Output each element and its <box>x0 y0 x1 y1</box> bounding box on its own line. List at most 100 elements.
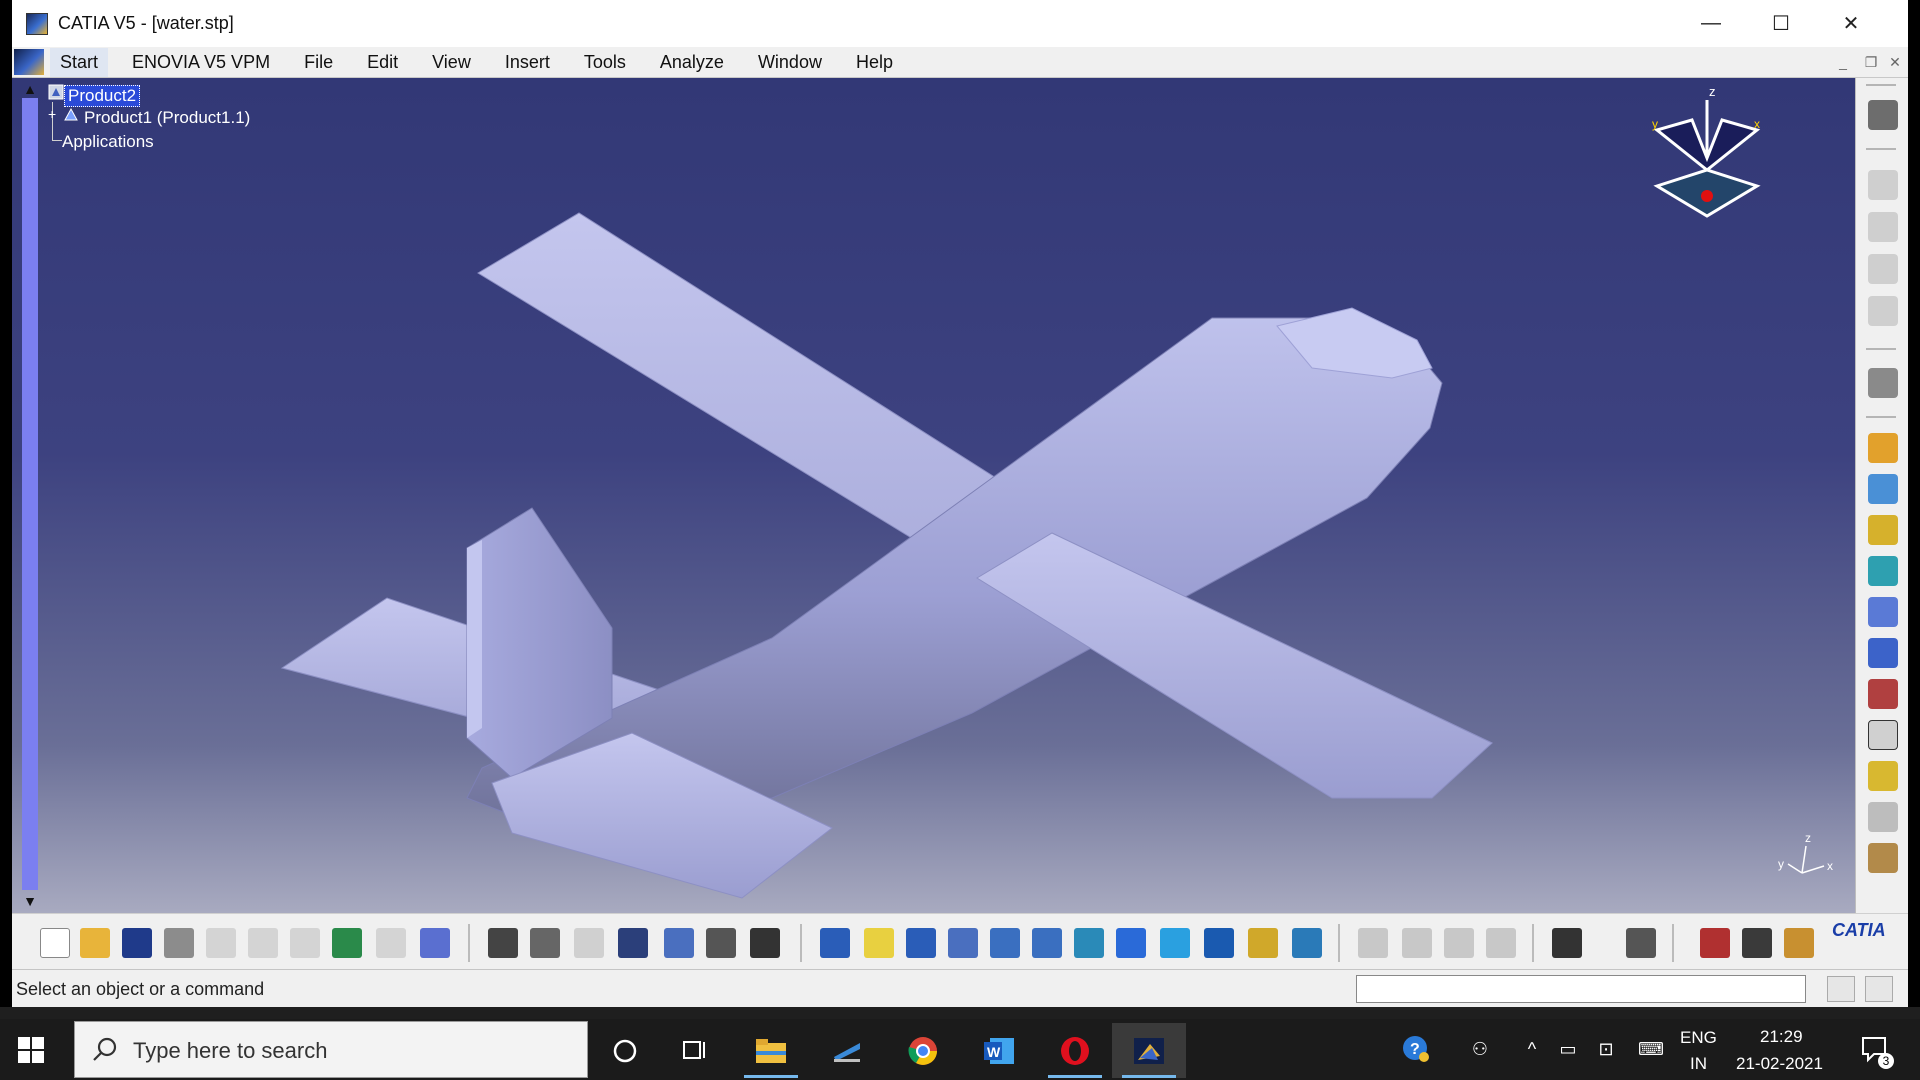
desktop-strip <box>0 1007 1920 1019</box>
distance-measure-icon[interactable] <box>1700 928 1730 958</box>
menu-help[interactable]: Help <box>846 48 903 77</box>
power-input-button[interactable] <box>1827 976 1855 1002</box>
capture-camera-icon[interactable] <box>1552 928 1582 958</box>
status-options-button[interactable] <box>1865 976 1893 1002</box>
catia-app-icon[interactable] <box>26 12 48 35</box>
zoom-out-icon[interactable] <box>1032 928 1062 958</box>
people-icon[interactable]: ⚇ <box>1468 1039 1492 1061</box>
constraint-coincidence-icon[interactable] <box>1868 433 1898 463</box>
text-annotation-icon[interactable] <box>1868 720 1898 750</box>
fit-all-icon[interactable] <box>864 928 894 958</box>
network-status-icon[interactable]: ⊡ <box>1594 1039 1618 1061</box>
print-icon[interactable] <box>164 928 194 958</box>
clock-time[interactable]: 21:29 <box>1760 1027 1803 1047</box>
catia-menu-logo-icon[interactable] <box>14 49 44 75</box>
fix-component-icon[interactable] <box>1868 597 1898 627</box>
3d-viewport[interactable]: ▲ ▼ Product2 + Product1 (Product1.1) App… <box>12 78 1855 913</box>
doc-minimize-button[interactable]: _ <box>1832 51 1854 73</box>
cut-icon[interactable] <box>206 928 236 958</box>
law-icon[interactable] <box>574 928 604 958</box>
task-view-icon[interactable] <box>658 1023 732 1078</box>
touch-keyboard-icon[interactable]: ⌨ <box>1634 1039 1668 1061</box>
taskbar-search-box[interactable]: Type here to search <box>74 1021 588 1078</box>
opera-icon[interactable] <box>1038 1023 1112 1078</box>
toolbar-separator <box>1866 348 1896 350</box>
catalog-icon[interactable] <box>1868 843 1898 873</box>
rotate-icon[interactable] <box>948 928 978 958</box>
new-part-icon[interactable] <box>1868 254 1898 284</box>
publish-icon[interactable] <box>1626 928 1656 958</box>
chrome-icon[interactable] <box>886 1023 960 1078</box>
update-icon[interactable] <box>1868 679 1898 709</box>
menu-view[interactable]: View <box>422 48 481 77</box>
isometric-view-icon[interactable] <box>1160 928 1190 958</box>
menu-insert[interactable]: Insert <box>495 48 560 77</box>
zoom-in-icon[interactable] <box>990 928 1020 958</box>
existing-component-icon[interactable] <box>1868 296 1898 326</box>
word-icon[interactable]: W <box>962 1023 1036 1078</box>
swap-visible-space-icon[interactable] <box>1292 928 1322 958</box>
catalog-browser-icon[interactable] <box>706 928 736 958</box>
knowledge-advisor-icon[interactable] <box>530 928 560 958</box>
undo-icon[interactable] <box>332 928 362 958</box>
save-icon[interactable] <box>122 928 152 958</box>
normal-view-icon[interactable] <box>1074 928 1104 958</box>
doc-close-button[interactable]: ✕ <box>1884 51 1906 73</box>
bill-of-material-icon[interactable] <box>1868 761 1898 791</box>
new-component-icon[interactable] <box>1868 170 1898 200</box>
explode-icon[interactable] <box>1868 638 1898 668</box>
windows-start-icon[interactable] <box>18 1037 44 1063</box>
manipulation-icon[interactable] <box>1868 368 1898 398</box>
battery-icon[interactable]: ▭ <box>1556 1039 1580 1061</box>
measure-inertia-icon[interactable] <box>1784 928 1814 958</box>
whats-this-icon[interactable] <box>420 928 450 958</box>
menu-file[interactable]: File <box>294 48 343 77</box>
constraint-contact-icon[interactable] <box>1868 474 1898 504</box>
help-tray-icon[interactable]: ? <box>1402 1035 1429 1062</box>
menu-enovia[interactable]: ENOVIA V5 VPM <box>122 48 280 77</box>
network-app-icon[interactable] <box>810 1023 884 1078</box>
airplane-3d-model[interactable] <box>12 78 1855 913</box>
multi-view-icon[interactable] <box>1116 928 1146 958</box>
file-explorer-icon[interactable] <box>734 1023 808 1078</box>
measure-icon[interactable] <box>750 928 780 958</box>
menu-tools[interactable]: Tools <box>574 48 636 77</box>
compass-icon[interactable]: z x y <box>1632 78 1782 278</box>
window-titlebar[interactable]: CATIA V5 - [water.stp] — ☐ ✕ <box>12 0 1908 47</box>
hide-show-icon[interactable] <box>1248 928 1278 958</box>
active-app-indicator <box>1048 1075 1102 1078</box>
fly-mode-icon[interactable] <box>820 928 850 958</box>
paste-icon[interactable] <box>290 928 320 958</box>
menu-analyze[interactable]: Analyze <box>650 48 734 77</box>
product-settings-icon[interactable] <box>1868 100 1898 130</box>
input-language[interactable]: ENG <box>1680 1028 1717 1048</box>
redo-icon[interactable] <box>376 928 406 958</box>
close-button[interactable]: ✕ <box>1816 0 1886 47</box>
open-file-icon[interactable] <box>80 928 110 958</box>
shading-icon[interactable] <box>1204 928 1234 958</box>
new-file-icon[interactable] <box>40 928 70 958</box>
scene-icon[interactable] <box>1868 802 1898 832</box>
constraint-offset-icon[interactable] <box>1868 515 1898 545</box>
maximize-button[interactable]: ☐ <box>1746 0 1816 47</box>
copy-icon[interactable] <box>248 928 278 958</box>
menu-edit[interactable]: Edit <box>357 48 408 77</box>
pan-icon[interactable] <box>906 928 936 958</box>
design-table-icon[interactable] <box>618 928 648 958</box>
cortana-icon[interactable] <box>588 1023 662 1078</box>
new-product-icon[interactable] <box>1868 212 1898 242</box>
catia-taskbar-icon[interactable] <box>1112 1023 1186 1078</box>
command-input[interactable] <box>1356 975 1806 1003</box>
toolbar-separator <box>1338 924 1340 962</box>
graph-tree-icon[interactable] <box>664 928 694 958</box>
formula-icon[interactable] <box>488 928 518 958</box>
minimize-button[interactable]: — <box>1676 0 1746 47</box>
input-region[interactable]: IN <box>1690 1054 1707 1074</box>
doc-restore-button[interactable]: ❐ <box>1860 51 1882 73</box>
clock-date[interactable]: 21-02-2021 <box>1736 1054 1823 1074</box>
constraint-angle-icon[interactable] <box>1868 556 1898 586</box>
measure-item-icon[interactable] <box>1742 928 1772 958</box>
menu-window[interactable]: Window <box>748 48 832 77</box>
menu-start[interactable]: Start <box>50 47 109 77</box>
show-hidden-icons-chevron-icon[interactable]: ^ <box>1520 1039 1544 1061</box>
